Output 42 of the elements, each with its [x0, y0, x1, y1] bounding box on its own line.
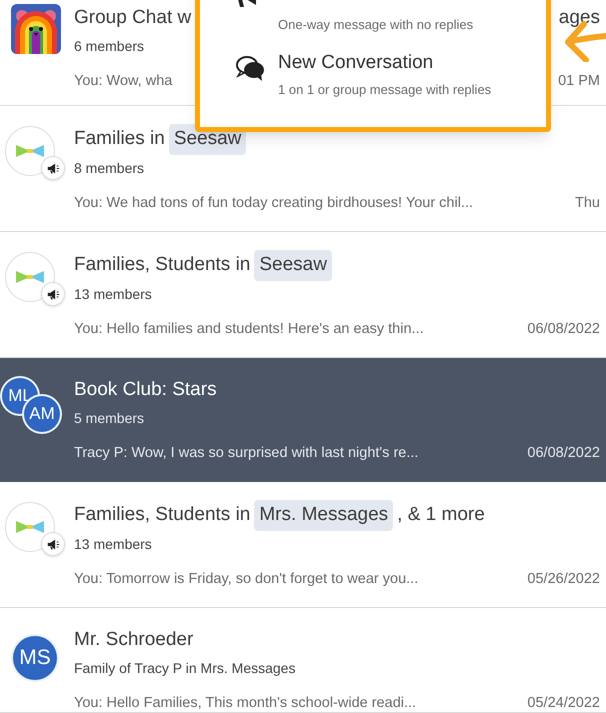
member-count: 8 members — [74, 158, 146, 178]
message-preview: You: We had tons of fun today creating birdhouses! Your chil... — [74, 194, 474, 212]
member-count: 13 members — [74, 284, 153, 304]
conversation-title: Book Club: Stars — [74, 378, 217, 402]
conversation-row[interactable]: ML AM Book Club: Stars 5 members Tracy P: Wow, I was so surprised with last night's re... 06/08/2022 — [0, 358, 606, 482]
rainbow-bear-avatar — [11, 4, 61, 54]
member-count: 5 members — [74, 408, 146, 428]
avatar-initials: MS — [19, 645, 51, 672]
chat-bubbles-icon — [236, 55, 266, 83]
conversation-title: Group Chat w — [74, 6, 192, 30]
message-preview: You: Wow, wha — [74, 72, 172, 90]
menu-item-description: One-way message with no replies — [278, 16, 474, 34]
member-count: 13 members — [74, 534, 153, 554]
conversation-title-suffix: , & 1 more — [397, 503, 485, 527]
menu-item[interactable]: New Conversation 1 on 1 or group message with replies — [200, 49, 546, 99]
menu-item-description: 1 on 1 or group message with replies — [278, 80, 492, 99]
member-count: 6 members — [74, 36, 146, 56]
menu-item-title: New Conversation — [278, 51, 434, 75]
avatar-initials: ML — [8, 385, 32, 407]
class-avatar — [5, 126, 55, 176]
class-avatar — [5, 502, 55, 552]
conversation-title: ages — [558, 6, 600, 30]
conversation-title: Families, Students in — [74, 253, 250, 277]
class-avatar — [5, 252, 55, 302]
conversation-title: Families in — [74, 127, 165, 151]
message-time: 05/24/2022 — [527, 694, 600, 712]
message-preview: You: Hello Families, This month's school-wide readi... — [74, 694, 416, 712]
avatar-initials: AM — [29, 403, 55, 426]
message-preview: Tracy P: Wow, I was so surprised with last night's re... — [74, 444, 418, 462]
member-count: Family of Tracy P in Mrs. Messages — [74, 658, 296, 678]
conversation-title: Mr. Schroeder — [74, 628, 194, 652]
class-tag: Mrs. Messages — [254, 500, 394, 530]
message-time: 06/08/2022 — [527, 444, 600, 462]
menu-item[interactable]: One-way message with no replies — [200, 0, 546, 49]
message-preview: You: Tomorrow is Friday, so don't forget to wear you... — [74, 570, 418, 588]
message-time: 06/08/2022 — [527, 320, 600, 338]
message-preview: You: Hello families and students! Here's an easy thin... — [74, 320, 424, 338]
message-time: 01 PM — [558, 72, 600, 90]
message-time: 05/26/2022 — [527, 570, 600, 588]
class-tag: Seesaw — [254, 250, 332, 280]
conversation-title: Families, Students in — [74, 503, 250, 527]
message-time: Thu — [575, 194, 600, 212]
